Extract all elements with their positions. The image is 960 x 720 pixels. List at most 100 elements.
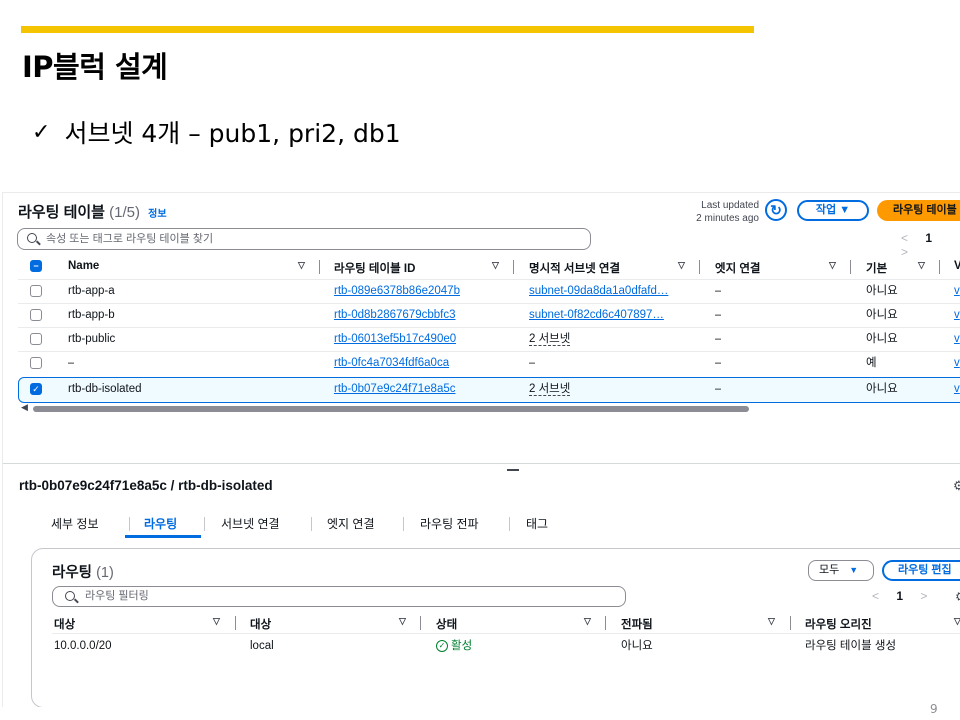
main-flag: 아니요 <box>866 285 898 297</box>
tab-tags[interactable]: 태그 <box>526 515 548 532</box>
table-row[interactable]: rtb-public rtb-06013ef5b17c490e0 2 서브넷 –… <box>18 327 960 352</box>
last-updated-label: Last updated <box>701 200 759 211</box>
select-all-checkbox[interactable]: − <box>30 260 42 272</box>
col-status[interactable]: 상태 <box>436 616 457 632</box>
route-tables-title: 라우팅 테이블 <box>18 204 105 221</box>
route-table-id-link[interactable]: rtb-0b07e9c24f71e8a5c <box>334 378 456 400</box>
sort-icon[interactable]: ▽ <box>584 616 591 627</box>
sort-icon[interactable]: ▽ <box>954 616 960 627</box>
col-target[interactable]: 대상 <box>250 616 271 632</box>
subnet-link[interactable]: subnet-0f82cd6c407897… <box>529 304 689 326</box>
tab-details[interactable]: 세부 정보 <box>51 515 99 532</box>
subnet-count[interactable]: 2 서브넷 <box>529 383 571 396</box>
route-destination: 10.0.0.0/20 <box>54 640 112 652</box>
tab-route-propagation[interactable]: 라우팅 전파 <box>420 515 479 532</box>
sort-icon[interactable]: ▽ <box>768 616 775 627</box>
page-number[interactable]: 1 <box>896 589 903 603</box>
vpc-link[interactable]: v <box>954 352 960 374</box>
col-main[interactable]: 기본 <box>866 260 887 276</box>
bullet-item: ✓ 서브넷 4개 – pub1, pri2, db1 <box>32 114 401 150</box>
resize-handle[interactable] <box>507 469 519 471</box>
main-flag: 아니요 <box>866 383 898 395</box>
route-origin: 라우팅 테이블 생성 <box>805 640 897 652</box>
routes-pagination: < 1 > <box>872 589 941 603</box>
tab-routes[interactable]: 라우팅 <box>144 515 177 532</box>
col-destination[interactable]: 대상 <box>54 616 75 632</box>
row-checkbox-checked[interactable]: ✓ <box>30 383 42 395</box>
table-row-selected[interactable]: ✓ rtb-db-isolated rtb-0b07e9c24f71e8a5c … <box>18 377 960 403</box>
edit-routes-button[interactable]: 라우팅 편집 <box>882 560 960 581</box>
settings-gear-icon[interactable]: ⚙ <box>953 478 960 494</box>
subnet-link[interactable]: subnet-09da8da1a0dfafd… <box>529 280 689 302</box>
info-link[interactable]: 정보 <box>148 209 166 220</box>
sort-icon[interactable]: ▽ <box>399 616 406 627</box>
column-divider <box>235 616 236 630</box>
sort-icon[interactable]: ▽ <box>829 260 836 271</box>
routes-table-header: 대상 ▽ 대상 ▽ 상태 ▽ 전파됨 ▽ 라우팅 오리진 ▽ <box>52 613 960 633</box>
main-flag: 예 <box>866 357 877 369</box>
sort-icon[interactable]: ▽ <box>678 260 685 271</box>
row-checkbox[interactable] <box>30 309 42 321</box>
search-icon <box>65 591 75 601</box>
row-checkbox[interactable] <box>30 357 42 369</box>
route-filter-dropdown[interactable]: 모두 ▼ <box>808 560 874 581</box>
prev-page-button[interactable]: < <box>872 589 879 603</box>
column-divider <box>319 260 320 274</box>
search-icon <box>27 233 37 243</box>
tab-subnet-associations[interactable]: 서브넷 연결 <box>221 515 280 532</box>
table-settings-gear-icon[interactable]: ⚙ <box>955 589 960 605</box>
row-checkbox[interactable] <box>30 333 42 345</box>
sort-icon[interactable]: ▽ <box>492 260 499 271</box>
detail-title: rtb-0b07e9c24f71e8a5c / rtb-db-isolated <box>19 478 273 493</box>
col-propagated[interactable]: 전파됨 <box>621 616 653 632</box>
route-table-id-link[interactable]: rtb-0d8b2867679cbbfc3 <box>334 304 456 326</box>
page-number[interactable]: 1 <box>925 231 932 245</box>
next-page-button[interactable]: > <box>920 589 927 603</box>
sort-icon[interactable]: ▽ <box>213 616 220 627</box>
col-route-table-id[interactable]: 라우팅 테이블 ID <box>334 260 415 276</box>
vpc-link[interactable]: v <box>954 280 960 302</box>
filter-all-label: 모두 <box>819 564 840 576</box>
col-route-origin[interactable]: 라우팅 오리진 <box>805 616 872 632</box>
table-header: − Name ▽ 라우팅 테이블 ID ▽ 명시적 서브넷 연결 ▽ 엣지 연결… <box>18 256 960 278</box>
create-route-table-button[interactable]: 라우팅 테이블 생성 <box>877 200 960 221</box>
slide-page-number: 9 <box>930 702 938 716</box>
table-row[interactable]: rtb-app-b rtb-0d8b2867679cbbfc3 subnet-0… <box>18 303 960 328</box>
row-checkbox[interactable] <box>30 285 42 297</box>
edge-association: – <box>715 285 722 297</box>
route-table-id-link[interactable]: rtb-06013ef5b17c490e0 <box>334 328 456 350</box>
route-table-id-link[interactable]: rtb-089e6378b86e2047b <box>334 280 460 302</box>
vpc-link[interactable]: v <box>954 328 960 350</box>
route-propagated: 아니요 <box>621 640 653 652</box>
route-table-search-input[interactable]: 속성 또는 태그로 라우팅 테이블 찾기 <box>17 228 591 250</box>
prev-page-button[interactable]: < <box>901 231 908 245</box>
route-filter-input[interactable]: 라우팅 필터링 <box>52 586 626 607</box>
sort-icon[interactable]: ▽ <box>918 260 925 271</box>
table-row[interactable]: – rtb-0fc4a7034fdf6a0ca – – 예 v <box>18 351 960 376</box>
refresh-button[interactable]: ↻ <box>765 199 787 221</box>
col-vpc[interactable]: V <box>954 260 960 272</box>
row-name: rtb-db-isolated <box>68 383 142 395</box>
horizontal-scrollbar[interactable] <box>33 406 749 412</box>
routes-header: 라우팅 (1) <box>52 561 114 582</box>
route-target: local <box>250 640 274 652</box>
vpc-link[interactable]: v <box>954 304 960 326</box>
scroll-left-arrow[interactable]: ◀ <box>21 402 28 413</box>
main-flag: 아니요 <box>866 333 898 345</box>
edge-association: – <box>715 383 722 395</box>
split-divider <box>3 463 960 464</box>
actions-dropdown[interactable]: 작업 ▼ <box>797 200 869 221</box>
col-name[interactable]: Name <box>68 260 99 272</box>
route-status-label: 활성 <box>451 640 473 652</box>
tab-edge-associations[interactable]: 엣지 연결 <box>327 515 375 532</box>
sort-icon[interactable]: ▽ <box>298 260 305 271</box>
column-divider <box>420 616 421 630</box>
subnet-count[interactable]: 2 서브넷 <box>529 333 571 346</box>
table-row[interactable]: rtb-app-a rtb-089e6378b86e2047b subnet-0… <box>18 279 960 304</box>
column-divider <box>850 260 851 274</box>
col-subnet-association[interactable]: 명시적 서브넷 연결 <box>529 260 620 276</box>
col-edge-association[interactable]: 엣지 연결 <box>715 260 761 276</box>
tab-divider <box>311 517 312 531</box>
route-table-id-link[interactable]: rtb-0fc4a7034fdf6a0ca <box>334 352 449 374</box>
vpc-link[interactable]: v <box>954 378 960 400</box>
